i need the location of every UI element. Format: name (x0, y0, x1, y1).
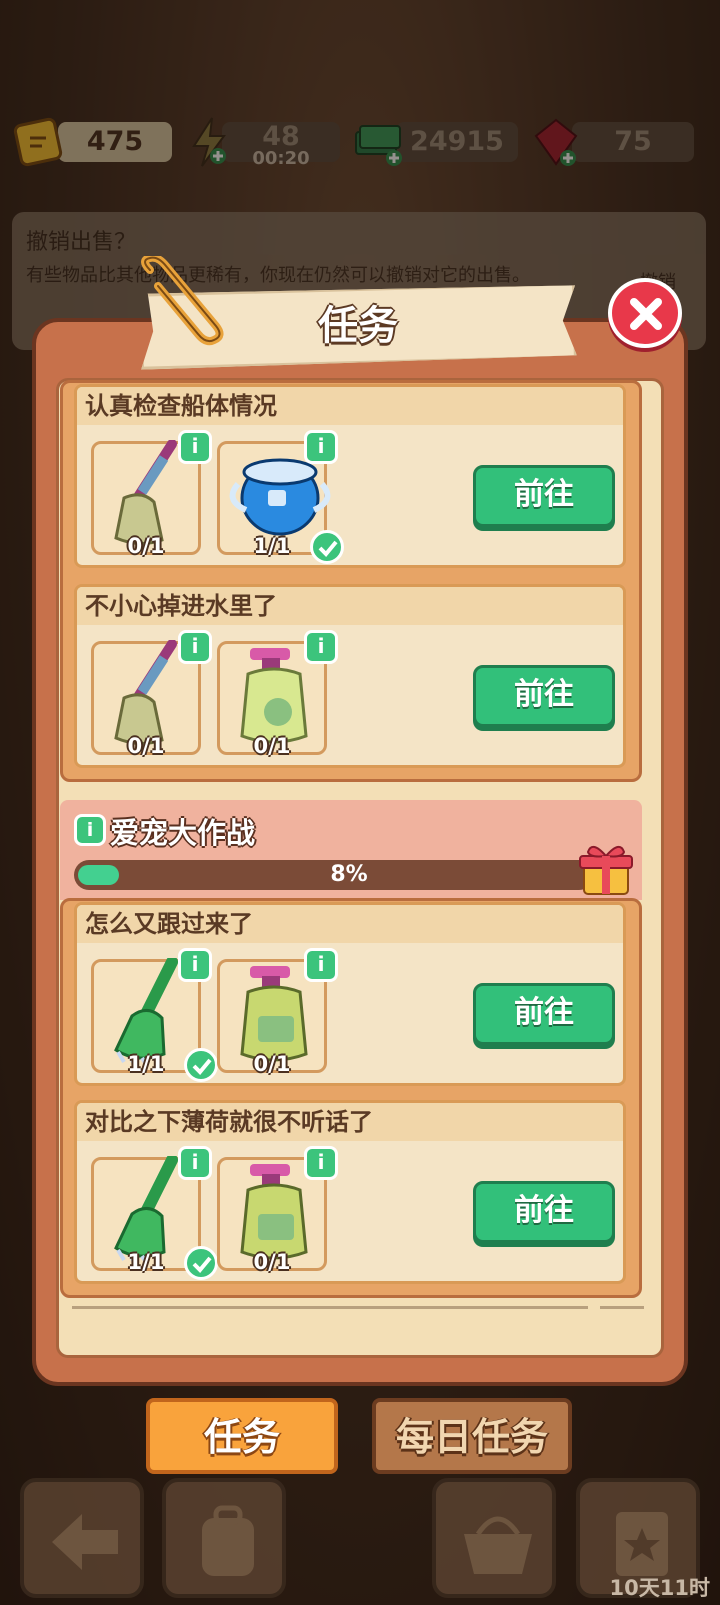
go-button[interactable]: 前往 (473, 665, 615, 727)
task-item-slot[interactable]: i 0/1 (217, 630, 338, 758)
scroll-indicator (72, 1306, 588, 1309)
gift-box-icon[interactable] (576, 838, 636, 898)
item-info-button[interactable]: i (304, 630, 338, 664)
event-info-button[interactable]: i (74, 814, 106, 846)
backpack-icon (202, 1505, 254, 1576)
task-card: 怎么又跟过来了 i 1/1 i 0/1 前往 (74, 902, 626, 1086)
shop-basket-button[interactable] (432, 1478, 556, 1598)
item-info-button[interactable]: i (178, 1146, 212, 1180)
go-button[interactable]: 前往 (473, 983, 615, 1045)
item-count: 0/1 (127, 734, 165, 758)
clipboard-star-icon (616, 1512, 668, 1576)
item-count: 1/1 (127, 1052, 165, 1076)
item-info-button[interactable]: i (304, 430, 338, 464)
item-info-button[interactable]: i (178, 948, 212, 982)
task-item-slot[interactable]: i 1/1 (91, 948, 218, 1082)
progress-label: 8% (330, 862, 368, 887)
item-count: 1/1 (253, 534, 291, 558)
task-item-slot[interactable]: i 0/1 (91, 630, 212, 758)
task-card: 认真检查船体情况 i 0/1 i 1/1 前往 (74, 384, 626, 568)
item-info-button[interactable]: i (304, 1146, 338, 1180)
tab-daily-tasks[interactable]: 每日任务 (372, 1398, 572, 1474)
task-item-slot[interactable]: i 1/1 (217, 430, 344, 564)
event-title: 爱宠大作战 (110, 816, 256, 850)
task-item-slot[interactable]: i 1/1 (91, 1146, 218, 1280)
task-title: 对比之下薄荷就很不听话了 (77, 1103, 623, 1141)
scroll-indicator (600, 1306, 644, 1309)
item-count: 1/1 (127, 1250, 165, 1274)
task-card: 对比之下薄荷就很不听话了 i 1/1 i 0/1 前往 (74, 1100, 626, 1284)
task-title: 怎么又跟过来了 (77, 905, 623, 943)
paperclip-icon (141, 256, 224, 346)
go-button[interactable]: 前往 (473, 1181, 615, 1243)
back-button[interactable] (20, 1478, 144, 1598)
task-card: 不小心掉进水里了 i 0/1 i 0/1 前往 (74, 584, 626, 768)
checkmark-icon (184, 1246, 218, 1280)
task-item-slot[interactable]: i 0/1 (217, 1146, 338, 1274)
item-info-button[interactable]: i (178, 630, 212, 664)
task-title: 认真检查船体情况 (77, 387, 623, 425)
backpack-button[interactable] (162, 1478, 286, 1598)
go-button[interactable]: 前往 (473, 465, 615, 527)
checkmark-icon (184, 1048, 218, 1082)
checkmark-icon (310, 530, 344, 564)
task-item-slot[interactable]: i 0/1 (91, 430, 212, 558)
task-title: 不小心掉进水里了 (77, 587, 623, 625)
item-info-button[interactable]: i (304, 948, 338, 982)
item-count: 0/1 (253, 1250, 291, 1274)
back-arrow-icon (52, 1514, 118, 1570)
close-button[interactable] (608, 278, 682, 348)
item-count: 0/1 (253, 1052, 291, 1076)
basket-icon (464, 1516, 532, 1574)
close-icon (630, 298, 662, 330)
task-item-slot[interactable]: i 0/1 (217, 948, 338, 1076)
item-count: 0/1 (253, 734, 291, 758)
event-timer: 10天11时 (609, 1576, 710, 1600)
tab-tasks[interactable]: 任务 (146, 1398, 338, 1474)
item-info-button[interactable]: i (178, 430, 212, 464)
item-count: 0/1 (127, 534, 165, 558)
